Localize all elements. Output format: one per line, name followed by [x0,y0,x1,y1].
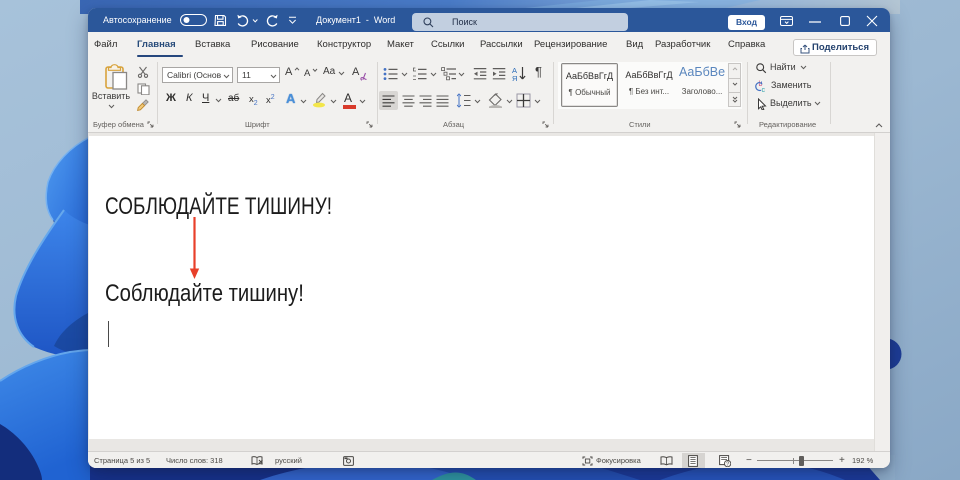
svg-text:?: ? [726,462,729,467]
svg-text:c: c [762,87,766,93]
svg-text:Я: Я [512,74,517,82]
